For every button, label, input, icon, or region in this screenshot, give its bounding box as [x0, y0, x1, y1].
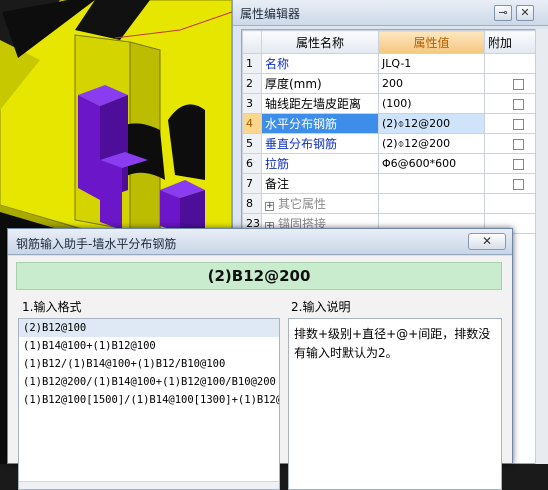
input-description-text: 排数+级别+直径+@+间距，排数没有输入时默认为2。 — [288, 318, 502, 490]
column-header-value[interactable]: 属性值 — [379, 31, 485, 54]
input-format-list[interactable]: (2)B12@100(1)B14@100+(1)B12@100(1)B12/(1… — [18, 318, 280, 490]
property-name-text: 拉筋 — [265, 157, 289, 171]
format-list-item[interactable]: (1)B14@100+(1)B12@100 — [19, 337, 279, 355]
row-number: 6 — [243, 154, 262, 174]
row-number: 4 — [243, 114, 262, 134]
close-button[interactable]: ✕ — [516, 5, 534, 21]
property-name-text: 名称 — [265, 57, 289, 71]
property-editor-title: 属性编辑器 — [240, 5, 300, 22]
property-row[interactable]: 5垂直分布钢筋 (2)⌽12@200 — [243, 134, 548, 154]
rebar-dialog-close-button[interactable]: ✕ — [468, 233, 506, 250]
property-editor-titlebar[interactable]: 属性编辑器 ⊸ ✕ — [233, 0, 548, 26]
column-header-index — [243, 31, 262, 54]
property-row[interactable]: 7备注 — [243, 174, 548, 194]
attach-checkbox[interactable] — [513, 79, 524, 90]
row-number: 8 — [243, 194, 262, 214]
property-row[interactable]: 8+ 其它属性 — [243, 194, 548, 214]
input-description-label: 2.输入说明 — [291, 298, 350, 315]
property-name[interactable]: 备注 — [262, 174, 379, 194]
attach-checkbox[interactable] — [513, 99, 524, 110]
rebar-dialog-body: (2)B12@200 1.输入格式 2.输入说明 (2)B12@100(1)B1… — [8, 256, 512, 463]
row-number: 1 — [243, 54, 262, 74]
property-name[interactable]: 拉筋 — [262, 154, 379, 174]
property-row[interactable]: 1名称 JLQ-1 — [243, 54, 548, 74]
rebar-formula-display: (2)B12@200 — [16, 262, 502, 290]
property-name-text: 垂直分布钢筋 — [265, 137, 337, 151]
format-list-horizontal-scrollbar[interactable] — [19, 481, 279, 489]
property-value[interactable] — [379, 194, 485, 214]
attach-checkbox[interactable] — [513, 179, 524, 190]
property-name-text: 备注 — [265, 177, 289, 191]
rebar-dialog-title: 钢筋输入助手-墙水平分布钢筋 — [16, 235, 176, 252]
property-name[interactable]: 名称 — [262, 54, 379, 74]
property-row[interactable]: 3轴线距左墙皮距离 (100) — [243, 94, 548, 114]
property-value[interactable]: Φ6@600*600 — [379, 154, 485, 174]
property-name-text: 轴线距左墙皮距离 — [265, 97, 361, 111]
pin-button[interactable]: ⊸ — [494, 5, 512, 21]
input-format-label: 1.输入格式 — [22, 298, 81, 315]
column-header-name[interactable]: 属性名称 — [262, 31, 379, 54]
property-name-text: 其它属性 — [278, 197, 326, 211]
format-list-item[interactable]: (1)B12/(1)B14@100+(1)B12/B10@100 — [19, 355, 279, 373]
row-number: 5 — [243, 134, 262, 154]
row-number: 3 — [243, 94, 262, 114]
property-name[interactable]: 水平分布钢筋 — [262, 114, 379, 134]
property-table-header: 属性名称 属性值 附加 — [243, 31, 548, 54]
property-value[interactable]: (2)⌽12@200 — [379, 114, 485, 134]
property-name[interactable]: 垂直分布钢筋 — [262, 134, 379, 154]
row-number: 7 — [243, 174, 262, 194]
property-name[interactable]: 轴线距左墙皮距离 — [262, 94, 379, 114]
format-list-item[interactable]: (1)B12@200/(1)B14@100+(1)B12@100/B10@200 — [19, 373, 279, 391]
property-row[interactable]: 6拉筋 Φ6@600*600 — [243, 154, 548, 174]
property-name-text: 厚度(mm) — [265, 77, 322, 91]
property-value[interactable]: (2)⌽12@200 — [379, 134, 485, 154]
format-list-item[interactable]: (2)B12@100 — [19, 319, 279, 337]
property-table: 属性名称 属性值 附加 1名称 JLQ-1 2厚度(mm) 200 3轴线距左墙皮距离 (… — [242, 30, 548, 234]
property-name[interactable]: 厚度(mm) — [262, 74, 379, 94]
property-value[interactable]: JLQ-1 — [379, 54, 485, 74]
rebar-dialog-titlebar[interactable]: 钢筋输入助手-墙水平分布钢筋 ✕ — [8, 229, 512, 255]
row-number: 2 — [243, 74, 262, 94]
property-name-text: 水平分布钢筋 — [265, 117, 337, 131]
property-value[interactable]: 200 — [379, 74, 485, 94]
attach-checkbox[interactable] — [513, 119, 524, 130]
property-name[interactable]: + 其它属性 — [262, 194, 379, 214]
attach-checkbox[interactable] — [513, 139, 524, 150]
attach-checkbox[interactable] — [513, 159, 524, 170]
rebar-input-assistant-dialog: 钢筋输入助手-墙水平分布钢筋 ✕ (2)B12@200 1.输入格式 2.输入说… — [7, 228, 513, 464]
format-list-item[interactable]: (1)B12@100[1500]/(1)B14@100[1300]+(1)B12… — [19, 391, 279, 409]
expand-icon[interactable]: + — [265, 202, 274, 211]
property-row[interactable]: 2厚度(mm) 200 — [243, 74, 548, 94]
property-grid-scrollbar[interactable] — [535, 29, 548, 464]
property-value[interactable]: (100) — [379, 94, 485, 114]
property-row[interactable]: 4水平分布钢筋 (2)⌽12@200 — [243, 114, 548, 134]
property-value[interactable] — [379, 174, 485, 194]
